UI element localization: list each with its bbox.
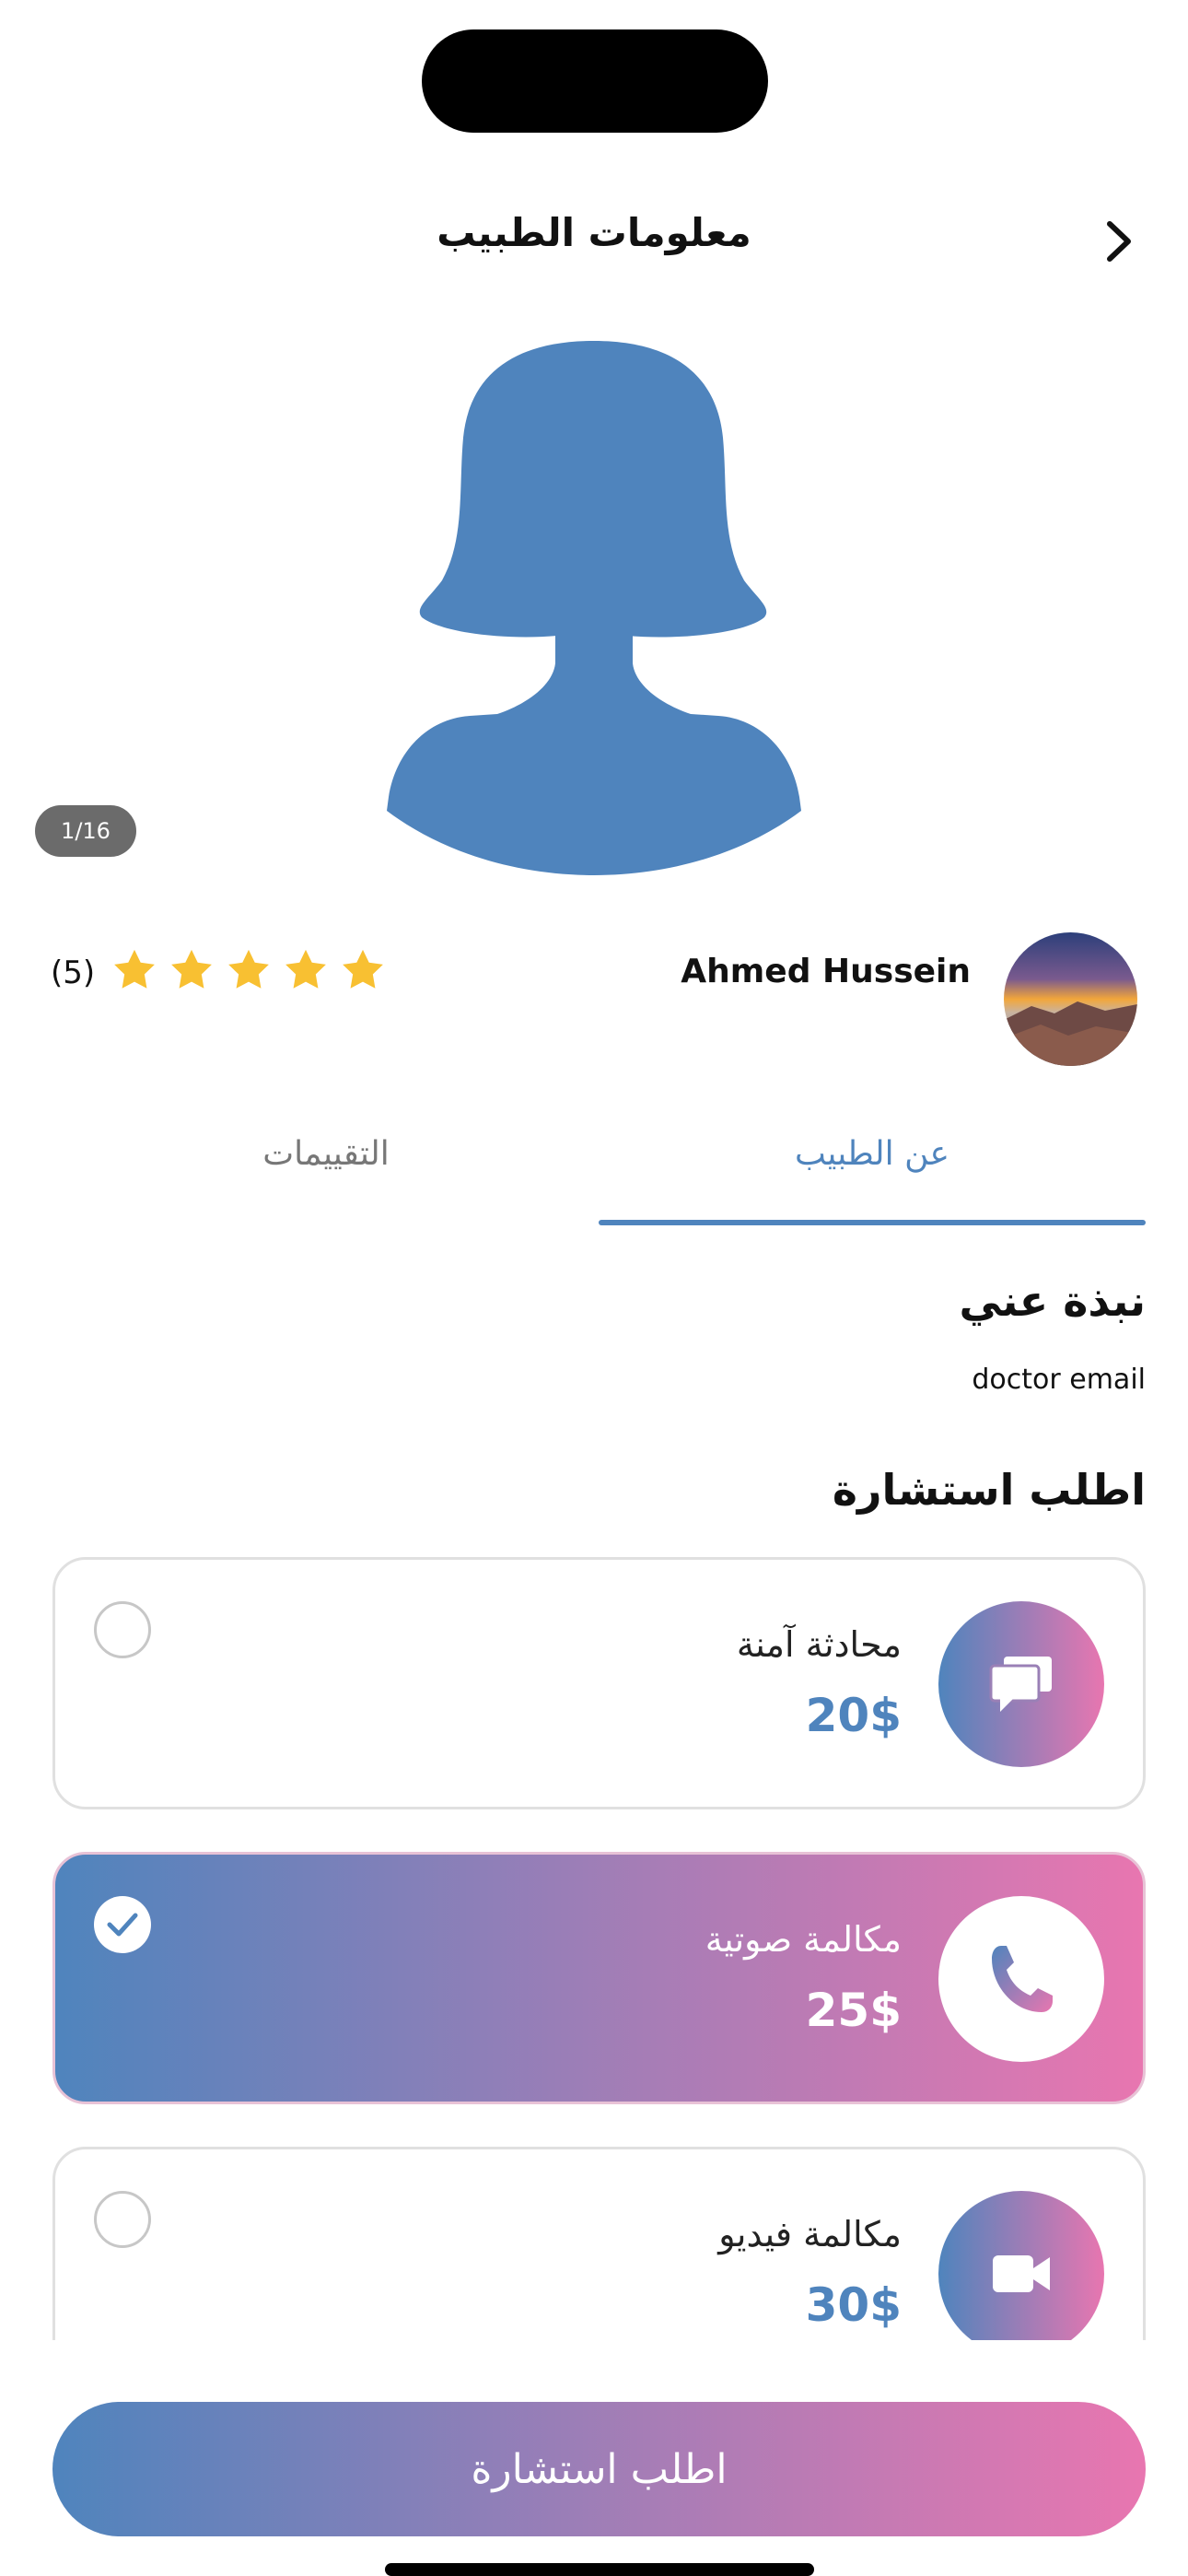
tab-reviews[interactable]: التقييمات: [52, 1135, 600, 1201]
option-label: مكالمة صوتية: [705, 1919, 902, 1960]
video-camera-icon: [993, 2255, 1050, 2292]
chat-icon: [989, 1657, 1052, 1712]
star-icon: [171, 949, 212, 989]
checkmark-icon: [107, 1913, 138, 1937]
option-label: محادثة آمنة: [736, 1624, 902, 1665]
consultation-title: اطلب استشارة: [832, 1465, 1146, 1515]
option-icon-circle: [938, 1601, 1104, 1767]
request-consultation-button[interactable]: اطلب استشارة: [52, 2402, 1146, 2536]
star-icon: [343, 949, 383, 989]
consultation-options-list[interactable]: محادثة آمنة 20$ مكالمة صوتية 25$ مكالمة …: [0, 1548, 1188, 2340]
option-radio[interactable]: [94, 1601, 151, 1658]
doctor-info-screen: معلومات الطبيب 1/16 Ahmed Hussein (5) عن…: [0, 0, 1188, 2576]
option-video-call[interactable]: مكالمة فيديو 30$: [52, 2147, 1146, 2340]
chevron-right-icon: [1107, 221, 1131, 262]
star-icon: [228, 949, 269, 989]
tab-about-doctor[interactable]: عن الطبيب: [599, 1135, 1146, 1201]
option-radio[interactable]: [94, 2191, 151, 2248]
active-tab-indicator: [599, 1220, 1146, 1225]
image-pager-badge: 1/16: [35, 805, 136, 857]
back-button[interactable]: [1091, 214, 1147, 269]
star-icon: [285, 949, 326, 989]
bio-title: نبذة عني: [959, 1276, 1146, 1326]
option-radio-checked[interactable]: [94, 1896, 151, 1953]
option-voice-call[interactable]: مكالمة صوتية 25$: [52, 1852, 1146, 2104]
doctor-photo: [1004, 932, 1137, 1066]
star-rating: [111, 946, 387, 994]
star-icon: [114, 949, 155, 989]
option-icon-circle: [938, 1896, 1104, 2062]
page-title: معلومات الطبيب: [437, 210, 751, 255]
option-icon-circle: [938, 2191, 1104, 2340]
doctor-avatar[interactable]: [1004, 932, 1137, 1066]
option-price: 30$: [805, 2278, 902, 2332]
option-price: 25$: [805, 1984, 902, 2037]
phone-icon: [992, 1946, 1053, 2012]
doctor-name: Ahmed Hussein: [681, 953, 971, 990]
option-secure-chat[interactable]: محادثة آمنة 20$: [52, 1557, 1146, 1809]
dynamic-island: [422, 29, 768, 133]
bio-text: doctor email: [972, 1364, 1146, 1396]
home-indicator: [385, 2563, 814, 2576]
option-price: 20$: [805, 1689, 902, 1742]
rating-count: (5): [51, 954, 96, 991]
female-avatar-icon: [387, 341, 801, 875]
option-label: مكالمة فيديو: [718, 2214, 902, 2254]
